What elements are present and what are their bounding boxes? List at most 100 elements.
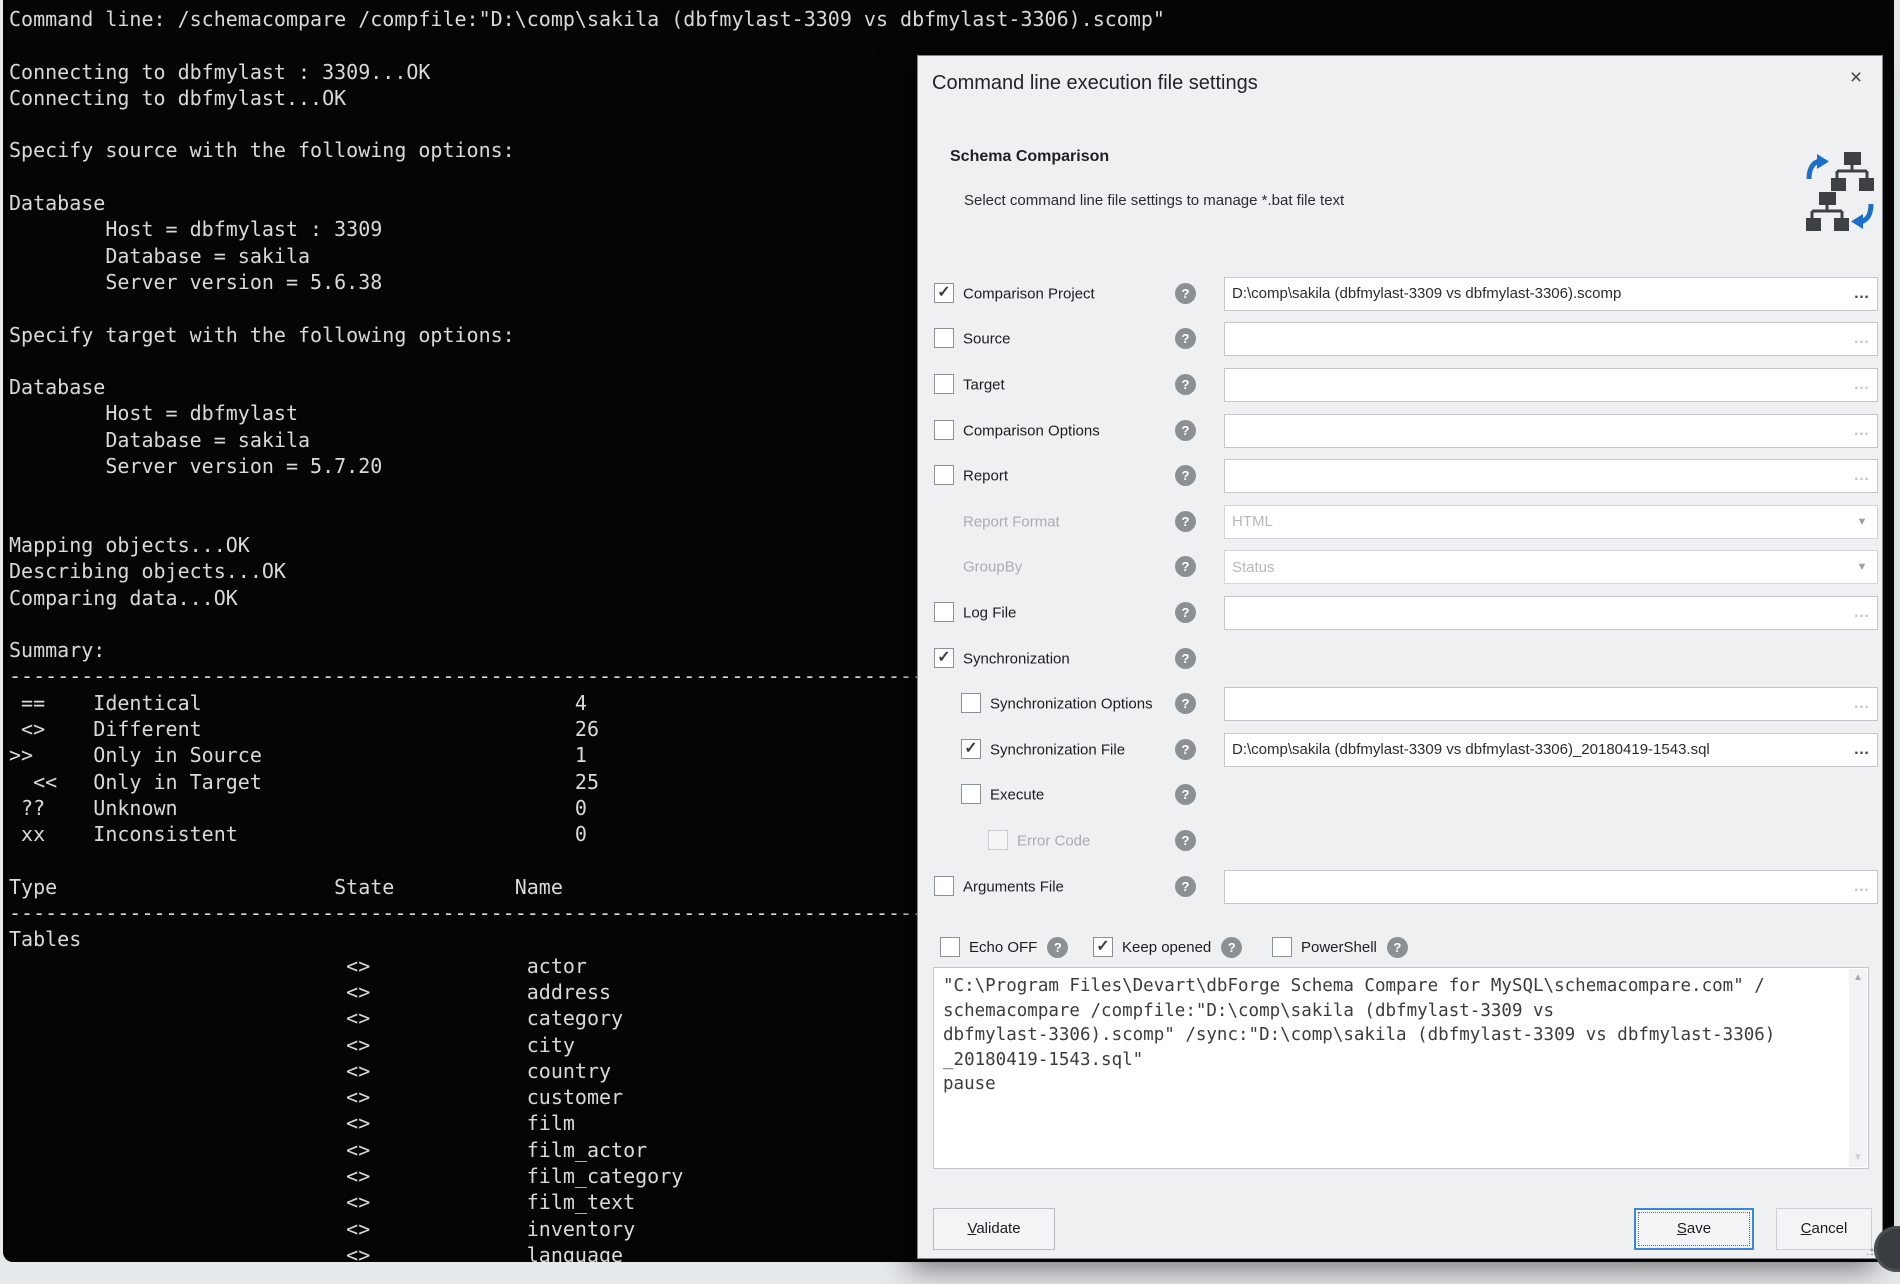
report-format-field[interactable]: HTML▼ xyxy=(1224,505,1878,539)
synchronization-file-label: Synchronization File xyxy=(990,741,1125,758)
schema-comparison-icon xyxy=(1806,152,1874,237)
comparison-project-checkbox[interactable]: ✓ xyxy=(934,283,954,303)
cancel-button[interactable]: Cancel xyxy=(1776,1208,1872,1250)
bat-text-box[interactable]: "C:\Program Files\Devart\dbForge Schema … xyxy=(933,967,1869,1169)
synchronization-file-field[interactable]: D:\comp\sakila (dbfmylast-3309 vs dbfmyl… xyxy=(1224,733,1878,767)
report-label: Report xyxy=(963,468,1008,485)
dialog-title: Command line execution file settings xyxy=(932,72,1258,95)
comparison-options-field[interactable]: … xyxy=(1224,414,1878,448)
report-checkbox[interactable] xyxy=(934,465,954,485)
help-icon[interactable]: ? xyxy=(1175,556,1196,577)
validate-button[interactable]: Validate xyxy=(933,1208,1055,1250)
comparison-project-label: Comparison Project xyxy=(963,285,1095,302)
echo-off-checkbox[interactable] xyxy=(940,937,960,957)
help-icon[interactable]: ? xyxy=(1175,693,1196,714)
synchronization-options-label: Synchronization Options xyxy=(990,696,1153,713)
arguments-file-label: Arguments File xyxy=(963,878,1064,895)
groupby-field[interactable]: Status▼ xyxy=(1224,550,1878,584)
synchronization-checkbox[interactable]: ✓ xyxy=(934,648,954,668)
dialog-button-bar: Validate Save Cancel xyxy=(918,1206,1884,1252)
schema-comparison-heading: Schema Comparison xyxy=(950,148,1109,166)
form-row-error-code: Error Code? xyxy=(918,818,1884,864)
scroll-up-icon[interactable]: ▲ xyxy=(1849,969,1867,987)
synchronization-options-checkbox[interactable] xyxy=(961,693,981,713)
form-row-comparison-project: ✓ Comparison Project? D:\comp\sakila (dbfm… xyxy=(918,271,1884,317)
source-field[interactable]: … xyxy=(1224,322,1878,356)
browse-button[interactable]: … xyxy=(1847,741,1877,759)
dropdown-arrow-icon[interactable]: ▼ xyxy=(1847,561,1877,573)
help-icon[interactable]: ? xyxy=(1175,283,1196,304)
command-line-settings-dialog: Command line execution file settings × S… xyxy=(917,55,1883,1259)
target-checkbox[interactable] xyxy=(934,374,954,394)
option-powershell: PowerShell? xyxy=(1272,928,1408,966)
error-code-checkbox[interactable] xyxy=(988,830,1008,850)
target-field[interactable]: … xyxy=(1224,368,1878,402)
report-format-value: HTML xyxy=(1225,513,1847,530)
synchronization-file-checkbox[interactable]: ✓ xyxy=(961,739,981,759)
source-checkbox[interactable] xyxy=(934,328,954,348)
source-label: Source xyxy=(963,331,1011,348)
form-row-log-file: Log File? … xyxy=(918,590,1884,636)
schema-comparison-subtitle: Select command line file settings to man… xyxy=(964,192,1344,209)
scroll-down-icon[interactable]: ▼ xyxy=(1849,1149,1867,1167)
browse-button[interactable]: … xyxy=(1847,376,1877,394)
help-icon[interactable]: ? xyxy=(1175,876,1196,897)
help-icon[interactable]: ? xyxy=(1221,937,1242,958)
browse-button[interactable]: … xyxy=(1847,878,1877,896)
arguments-file-field[interactable]: … xyxy=(1224,870,1878,904)
browse-button[interactable]: … xyxy=(1847,695,1877,713)
keep-opened-label: Keep opened xyxy=(1122,939,1211,956)
help-icon[interactable]: ? xyxy=(1387,937,1408,958)
help-icon[interactable]: ? xyxy=(1175,420,1196,441)
close-icon[interactable]: × xyxy=(1842,64,1870,92)
help-icon[interactable]: ? xyxy=(1175,511,1196,532)
form-row-comparison-options: Comparison Options?… xyxy=(918,408,1884,454)
log-file-field[interactable]: … xyxy=(1224,596,1878,630)
help-icon[interactable]: ? xyxy=(1175,328,1196,349)
comparison-options-checkbox[interactable] xyxy=(934,420,954,440)
form-row-synchronization-file: ✓ Synchronization File? D:\comp\sakila (db… xyxy=(918,727,1884,773)
form-row-report: Report? … xyxy=(918,453,1884,499)
help-icon[interactable]: ? xyxy=(1175,465,1196,486)
form-row-target: Target? … xyxy=(918,362,1884,408)
help-icon[interactable]: ? xyxy=(1175,602,1196,623)
dropdown-arrow-icon[interactable]: ▼ xyxy=(1847,516,1877,528)
help-icon[interactable]: ? xyxy=(1175,830,1196,851)
target-label: Target xyxy=(963,376,1005,393)
keep-opened-checkbox[interactable]: ✓ xyxy=(1093,937,1113,957)
form-row-arguments-file: Arguments File? … xyxy=(918,864,1884,910)
execute-checkbox[interactable] xyxy=(961,784,981,804)
help-icon[interactable]: ? xyxy=(1175,784,1196,805)
browse-button[interactable]: … xyxy=(1847,330,1877,348)
form-row-source: Source? … xyxy=(918,317,1884,363)
browse-button[interactable]: … xyxy=(1847,604,1877,622)
comparison-project-value: D:\comp\sakila (dbfmylast-3309 vs dbfmyl… xyxy=(1225,285,1847,302)
report-field[interactable]: … xyxy=(1224,459,1878,493)
arguments-file-checkbox[interactable] xyxy=(934,876,954,896)
groupby-label: GroupBy xyxy=(963,559,1022,576)
synchronization-file-value: D:\comp\sakila (dbfmylast-3309 vs dbfmyl… xyxy=(1225,741,1847,758)
browse-button[interactable]: … xyxy=(1847,422,1877,440)
help-icon[interactable]: ? xyxy=(1047,937,1068,958)
browse-button[interactable]: … xyxy=(1847,285,1877,303)
form-rows: ✓ Comparison Project? D:\comp\sakila (dbfm… xyxy=(918,271,1884,909)
save-button[interactable]: Save xyxy=(1634,1208,1754,1250)
help-icon[interactable]: ? xyxy=(1175,739,1196,760)
help-icon[interactable]: ? xyxy=(1175,648,1196,669)
bat-text-scrollbar[interactable]: ▲ ▼ xyxy=(1849,969,1867,1167)
powershell-label: PowerShell xyxy=(1301,939,1377,956)
log-file-checkbox[interactable] xyxy=(934,602,954,622)
form-row-synchronization-options: Synchronization Options? … xyxy=(918,681,1884,727)
log-file-label: Log File xyxy=(963,604,1016,621)
help-icon[interactable]: ? xyxy=(1175,374,1196,395)
bat-text[interactable]: "C:\Program Files\Devart\dbForge Schema … xyxy=(934,968,1868,1097)
comparison-project-field[interactable]: D:\comp\sakila (dbfmylast-3309 vs dbfmyl… xyxy=(1224,277,1878,311)
echo-off-label: Echo OFF xyxy=(969,939,1037,956)
browse-button[interactable]: … xyxy=(1847,467,1877,485)
execute-label: Execute xyxy=(990,787,1044,804)
form-row-report-format: Report Format?HTML▼ xyxy=(918,499,1884,545)
form-row-groupby: GroupBy? Status▼ xyxy=(918,545,1884,591)
synchronization-options-field[interactable]: … xyxy=(1224,687,1878,721)
powershell-checkbox[interactable] xyxy=(1272,937,1292,957)
synchronization-label: Synchronization xyxy=(963,650,1070,667)
